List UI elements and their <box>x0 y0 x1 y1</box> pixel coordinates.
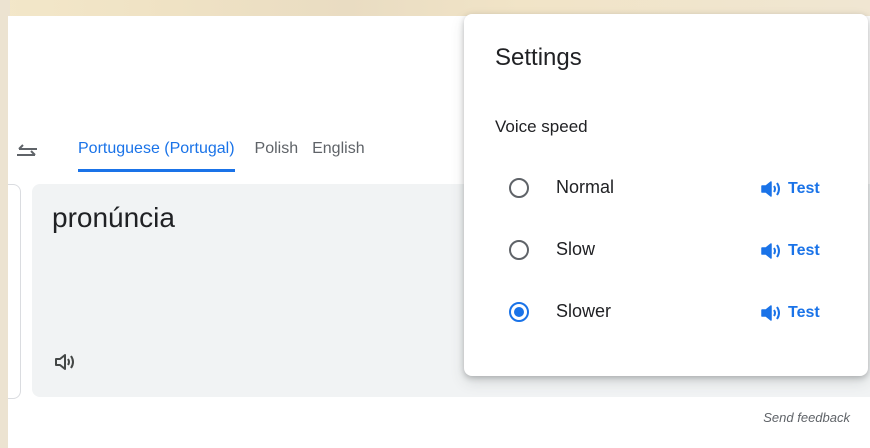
option-slower[interactable]: Slower Test <box>464 294 868 334</box>
option-label-slower: Slower <box>556 301 612 321</box>
radio-slower[interactable] <box>509 302 529 322</box>
test-label-normal: Test <box>788 180 820 197</box>
translated-text: pronúncia <box>52 202 175 233</box>
test-button-slow[interactable]: Test <box>760 238 820 264</box>
tab-polish[interactable]: Polish <box>255 140 299 172</box>
speaker-icon <box>761 181 780 197</box>
target-language-tabs: Portuguese (Portugal) Polish English <box>78 140 379 172</box>
test-label-slower: Test <box>788 304 820 321</box>
test-button-slower[interactable]: Test <box>760 300 820 326</box>
settings-popup: Settings Voice speed Normal Test Slow Te… <box>464 14 868 376</box>
voice-speed-label: Voice speed <box>495 117 588 136</box>
option-slow[interactable]: Slow Test <box>464 232 868 272</box>
test-button-normal[interactable]: Test <box>760 176 820 202</box>
speaker-icon[interactable] <box>54 352 76 372</box>
speaker-icon <box>761 243 780 259</box>
swap-languages-icon[interactable] <box>16 144 38 162</box>
radio-slow[interactable] <box>509 240 529 260</box>
option-label-slow: Slow <box>556 239 596 259</box>
option-normal[interactable]: Normal Test <box>464 170 868 210</box>
send-feedback-link[interactable]: Send feedback <box>763 410 850 425</box>
speaker-icon <box>761 305 780 321</box>
source-text-box[interactable] <box>8 184 21 399</box>
option-label-normal: Normal <box>556 177 615 197</box>
tab-portuguese-portugal[interactable]: Portuguese (Portugal) <box>78 140 235 172</box>
tab-english[interactable]: English <box>312 140 364 172</box>
settings-title: Settings <box>495 44 582 71</box>
test-label-slow: Test <box>788 242 820 259</box>
radio-normal[interactable] <box>509 178 529 198</box>
